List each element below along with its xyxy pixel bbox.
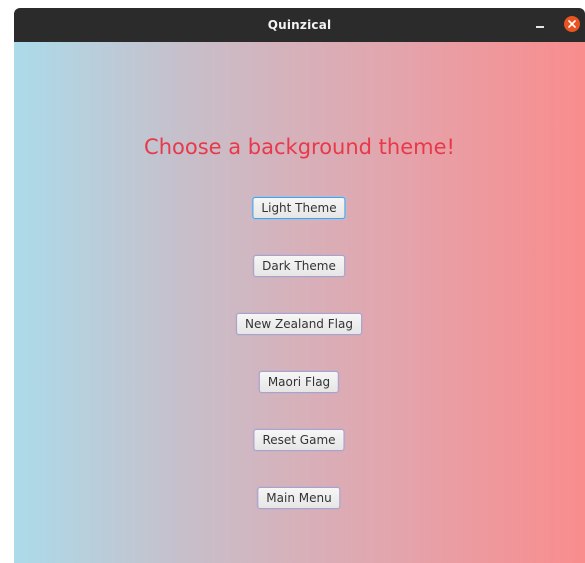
maori-flag-button[interactable]: Maori Flag xyxy=(258,371,340,393)
theme-selection-panel: Choose a background theme! Light Theme D… xyxy=(14,42,585,563)
minimize-icon xyxy=(536,26,544,28)
close-button[interactable] xyxy=(564,16,580,32)
main-menu-button[interactable]: Main Menu xyxy=(257,487,341,509)
light-theme-button[interactable]: Light Theme xyxy=(252,197,346,219)
new-zealand-flag-button[interactable]: New Zealand Flag xyxy=(236,313,362,335)
app-window: Quinzical Choose a background theme! Lig… xyxy=(14,8,585,563)
window-title: Quinzical xyxy=(267,18,332,32)
page-heading: Choose a background theme! xyxy=(144,135,455,159)
title-bar[interactable]: Quinzical xyxy=(14,8,585,42)
dark-theme-button[interactable]: Dark Theme xyxy=(253,255,345,277)
minimize-button[interactable] xyxy=(531,16,549,34)
reset-game-button[interactable]: Reset Game xyxy=(253,429,345,451)
close-icon xyxy=(568,20,576,28)
